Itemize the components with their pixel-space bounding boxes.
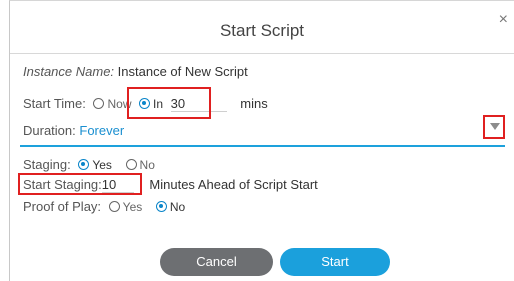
staging-no-radio[interactable] — [125, 159, 137, 170]
instance-name-field[interactable]: Instance of New Script — [118, 64, 248, 79]
instance-name-label: Instance Name: — [23, 64, 115, 79]
proof-of-play-label: Proof of Play: — [23, 199, 102, 214]
dialog-title: Start Script — [219, 21, 305, 40]
start-time-row: Start Time: Now — [23, 96, 132, 111]
duration-label: Duration: — [23, 123, 76, 138]
staging-yes-label: Yes — [92, 158, 112, 172]
duration-underline — [20, 145, 505, 147]
duration-row: Duration: Forever — [23, 123, 124, 138]
instance-name-row: Instance Name: Instance of New Script — [23, 64, 248, 79]
proof-yes-radio[interactable] — [108, 201, 120, 212]
close-icon[interactable]: × — [499, 12, 508, 28]
proof-no-radio[interactable] — [155, 201, 167, 212]
staging-row: Staging: Yes No — [23, 157, 155, 172]
start-staging-suffix: Minutes Ahead of Script Start — [149, 177, 318, 192]
highlight-start-staging — [18, 173, 142, 195]
start-button[interactable]: Start — [280, 248, 390, 276]
staging-label: Staging: — [23, 157, 71, 172]
start-script-dialog: Start Script × Instance Name: Instance o… — [9, 0, 514, 281]
proof-yes-label: Yes — [122, 200, 143, 214]
start-time-label: Start Time: — [23, 96, 86, 111]
start-now-radio[interactable] — [93, 98, 105, 109]
staging-no-label: No — [139, 158, 155, 172]
proof-of-play-row: Proof of Play: Yes No — [23, 199, 185, 214]
header-divider — [10, 53, 514, 54]
staging-yes-radio[interactable] — [78, 159, 90, 170]
cancel-button[interactable]: Cancel — [160, 248, 273, 276]
highlight-duration-dropdown — [483, 115, 505, 139]
proof-no-label: No — [169, 200, 186, 214]
duration-select-value[interactable]: Forever — [79, 123, 124, 138]
minutes-unit: mins — [240, 96, 268, 111]
highlight-start-in — [127, 87, 211, 119]
